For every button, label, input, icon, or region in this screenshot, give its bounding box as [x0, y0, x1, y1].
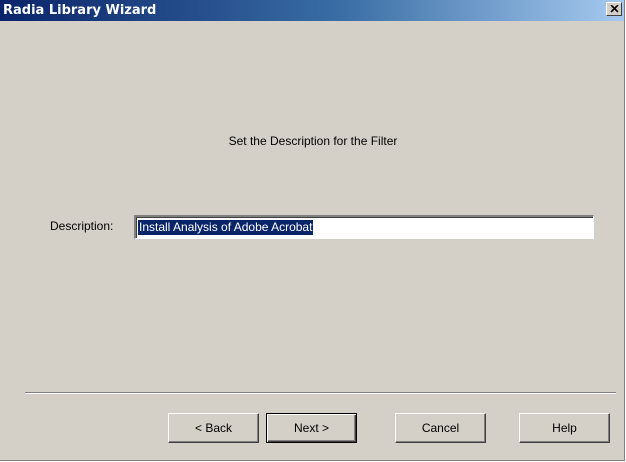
description-label: Description: — [50, 219, 114, 233]
description-input[interactable]: Install Analysis of Adobe Acrobat — [134, 215, 594, 239]
button-separator — [25, 392, 616, 394]
cancel-button[interactable]: Cancel — [395, 413, 486, 443]
close-icon — [610, 5, 619, 13]
page-heading: Set the Description for the Filter — [228, 134, 398, 148]
back-button[interactable]: < Back — [168, 413, 259, 443]
wizard-dialog: Radia Library Wizard Set the Description… — [0, 0, 625, 461]
window-title: Radia Library Wizard — [3, 3, 157, 18]
next-button[interactable]: Next > — [266, 413, 357, 443]
close-button[interactable] — [606, 2, 622, 16]
help-button[interactable]: Help — [519, 413, 610, 443]
description-value: Install Analysis of Adobe Acrobat — [138, 220, 314, 235]
title-bar[interactable]: Radia Library Wizard — [0, 0, 624, 21]
